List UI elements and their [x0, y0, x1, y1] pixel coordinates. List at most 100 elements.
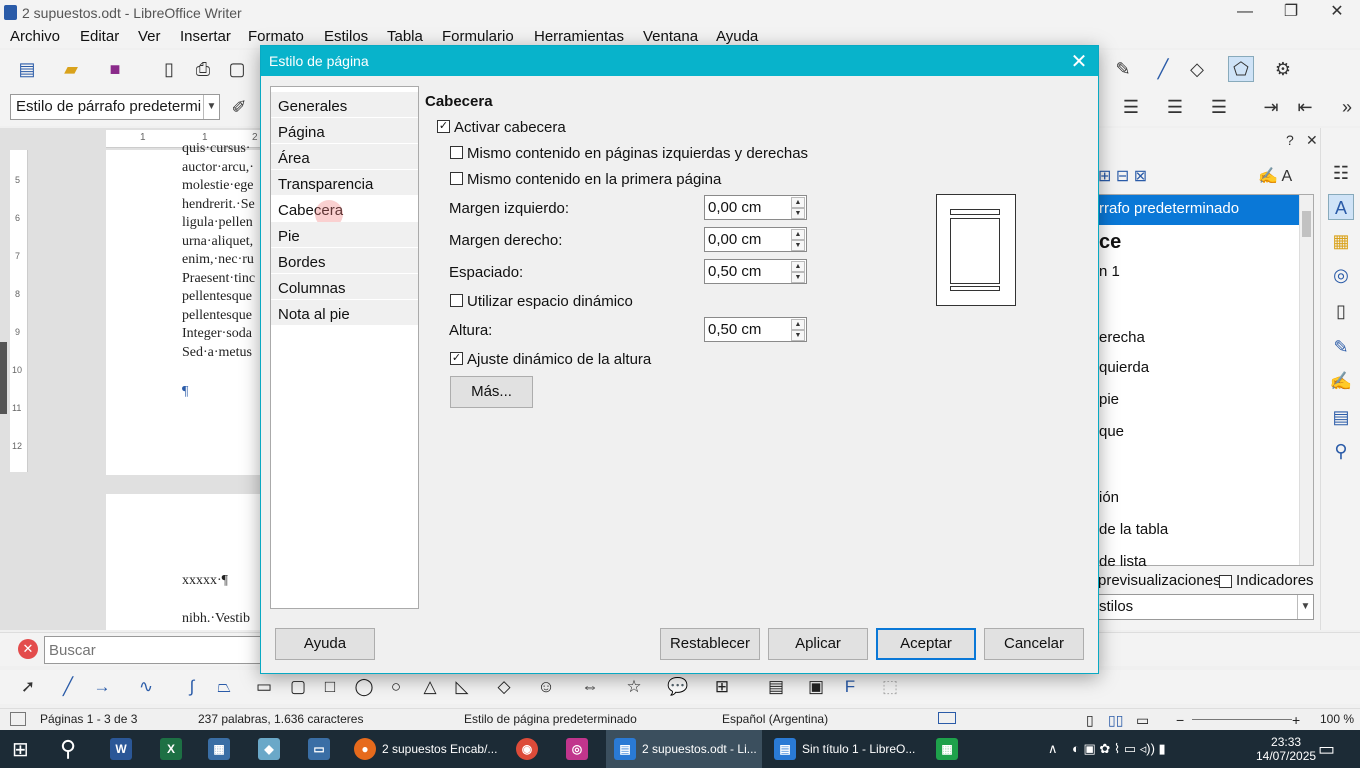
zoom-slider[interactable]: [1192, 719, 1292, 720]
book-view-icon[interactable]: ▭: [1136, 712, 1149, 729]
rounded-rect-icon[interactable]: ▢: [286, 676, 310, 698]
menu-ver[interactable]: Ver: [138, 28, 161, 45]
style-filter-combo[interactable]: stilos ▼: [1098, 594, 1314, 620]
image-icon[interactable]: ▤: [764, 676, 788, 698]
more-options-icon[interactable]: »: [1334, 94, 1360, 120]
app-taskbar-icon[interactable]: ◆: [258, 730, 280, 768]
arrows-icon[interactable]: ⇔: [578, 676, 602, 698]
style-item[interactable]: de lista: [1099, 553, 1147, 570]
menu-archivo[interactable]: Archivo: [10, 28, 60, 45]
freeform-icon[interactable]: ∫: [180, 676, 204, 698]
spacing-spinner[interactable]: 0,50 cm ▲ ▼: [704, 259, 807, 284]
menu-editar[interactable]: Editar: [80, 28, 119, 45]
single-page-view-icon[interactable]: ▯: [1086, 712, 1094, 729]
taskbar-search-icon[interactable]: ⚲: [60, 730, 76, 768]
same-content-first-checkbox[interactable]: [450, 172, 463, 185]
close-find-icon[interactable]: ✕: [18, 639, 38, 659]
manage-changes-icon[interactable]: ✍: [1328, 368, 1354, 394]
spin-down-icon[interactable]: ▼: [791, 272, 805, 283]
triangle-icon[interactable]: △: [418, 676, 442, 698]
scrollbar-thumb[interactable]: [1302, 211, 1311, 237]
left-margin-spinner[interactable]: 0,00 cm ▲ ▼: [704, 195, 807, 220]
textbox-icon[interactable]: ▣: [804, 676, 828, 698]
maximize-icon[interactable]: ❐: [1268, 2, 1314, 24]
smiley-icon[interactable]: ☺: [534, 676, 558, 698]
style-item[interactable]: erecha: [1099, 329, 1145, 346]
unordered-list-icon[interactable]: ☰: [1118, 94, 1144, 120]
notifications-icon[interactable]: ▭: [1318, 730, 1335, 768]
save-icon[interactable]: ■: [102, 56, 128, 82]
apply-button[interactable]: Aplicar: [768, 628, 868, 660]
menu-herramientas[interactable]: Herramientas: [534, 28, 624, 45]
close-icon[interactable]: ✕: [1068, 49, 1090, 74]
page-style-status[interactable]: Estilo de página predeterminado: [464, 712, 637, 726]
sidebar-collapse-handle[interactable]: [0, 342, 7, 414]
nav-nota-al-pie[interactable]: Nota al pie: [271, 300, 418, 326]
autofit-height-checkbox[interactable]: ✓: [450, 352, 463, 365]
callout-icon[interactable]: 💬: [666, 676, 690, 698]
right-margin-spinner[interactable]: 0,00 cm ▲ ▼: [704, 227, 807, 252]
update-style-icon[interactable]: ✐: [226, 94, 252, 120]
menu-formato[interactable]: Formato: [248, 28, 304, 45]
language-status[interactable]: Español (Argentina): [722, 712, 828, 726]
style-item[interactable]: que: [1099, 423, 1124, 440]
cancel-button[interactable]: Cancelar: [984, 628, 1084, 660]
help-button[interactable]: Ayuda: [275, 628, 375, 660]
dynamic-spacing-checkbox[interactable]: [450, 294, 463, 307]
style-list-scrollbar[interactable]: [1299, 195, 1313, 565]
flowchart-icon[interactable]: ⊞: [710, 676, 734, 698]
ordered-list-icon[interactable]: ☰: [1162, 94, 1188, 120]
ok-button[interactable]: Aceptar: [876, 628, 976, 660]
spin-down-icon[interactable]: ▼: [791, 240, 805, 251]
nav-transparencia[interactable]: Transparencia: [271, 170, 418, 196]
chrome-taskbar-icon[interactable]: ◉: [516, 730, 538, 768]
page-count[interactable]: Páginas 1 - 3 de 3: [40, 712, 137, 726]
nav-cabecera[interactable]: Cabecera: [271, 196, 418, 228]
menu-estilos[interactable]: Estilos: [324, 28, 368, 45]
menu-ventana[interactable]: Ventana: [643, 28, 698, 45]
navigator-icon[interactable]: ◎: [1328, 262, 1354, 288]
indicators-checkbox[interactable]: [1219, 575, 1232, 588]
menu-insertar[interactable]: Insertar: [180, 28, 231, 45]
more-button[interactable]: Más...: [450, 376, 533, 408]
gear-icon[interactable]: ⚙: [1270, 56, 1296, 82]
export-pdf-icon[interactable]: ▯: [156, 56, 182, 82]
menu-ayuda[interactable]: Ayuda: [716, 28, 758, 45]
fontwork-icon[interactable]: F: [838, 676, 862, 698]
select-pointer-icon[interactable]: ➚: [16, 676, 40, 698]
style-category-icons[interactable]: ⊞ ⊟ ⊠: [1098, 166, 1178, 188]
draw-functions-icon[interactable]: ⬠: [1228, 56, 1254, 82]
nav-pagina[interactable]: Página: [271, 118, 418, 144]
style-item[interactable]: pie: [1099, 391, 1119, 408]
find-input[interactable]: [44, 636, 264, 664]
toggle-extrusion-icon[interactable]: ⬚: [878, 676, 902, 698]
new-style-icon[interactable]: ✍ A: [1258, 166, 1318, 188]
chevron-down-icon[interactable]: ▼: [1297, 595, 1313, 619]
style-item[interactable]: quierda: [1099, 359, 1149, 376]
increase-indent-icon[interactable]: ⇥: [1258, 94, 1284, 120]
excel-taskbar-icon[interactable]: X: [160, 730, 182, 768]
selection-mode-icon[interactable]: [938, 712, 956, 724]
multi-page-view-icon[interactable]: ▯▯: [1108, 712, 1123, 729]
decrease-indent-icon[interactable]: ⇤: [1292, 94, 1318, 120]
right-triangle-icon[interactable]: ◺: [450, 676, 474, 698]
zoom-level[interactable]: 100 %: [1320, 712, 1354, 726]
styles-icon[interactable]: A: [1328, 194, 1354, 220]
star-icon[interactable]: ☆: [622, 676, 646, 698]
minimize-icon[interactable]: —: [1222, 2, 1268, 24]
same-content-lr-checkbox[interactable]: [450, 146, 463, 159]
style-item[interactable]: ión: [1099, 489, 1119, 506]
selected-style-row[interactable]: rrafo predeterminado: [1099, 195, 1299, 225]
writer-active-taskbar-item[interactable]: ▤ 2 supuestos.odt - Li...: [606, 730, 762, 768]
zoom-in-icon[interactable]: +: [1292, 712, 1300, 728]
diamond-icon[interactable]: ◇: [492, 676, 516, 698]
spin-up-icon[interactable]: ▲: [791, 261, 805, 272]
insert-line-icon[interactable]: ╱: [1150, 56, 1176, 82]
calculator-taskbar-icon[interactable]: ▦: [208, 730, 230, 768]
track-changes-icon[interactable]: ✎: [1110, 56, 1136, 82]
open-folder-icon[interactable]: ▰: [58, 56, 84, 82]
rectangle-icon[interactable]: ▭: [252, 676, 276, 698]
circle-icon[interactable]: ○: [384, 676, 408, 698]
close-window-icon[interactable]: ✕: [1314, 2, 1360, 24]
pc-taskbar-icon[interactable]: ▭: [308, 730, 330, 768]
